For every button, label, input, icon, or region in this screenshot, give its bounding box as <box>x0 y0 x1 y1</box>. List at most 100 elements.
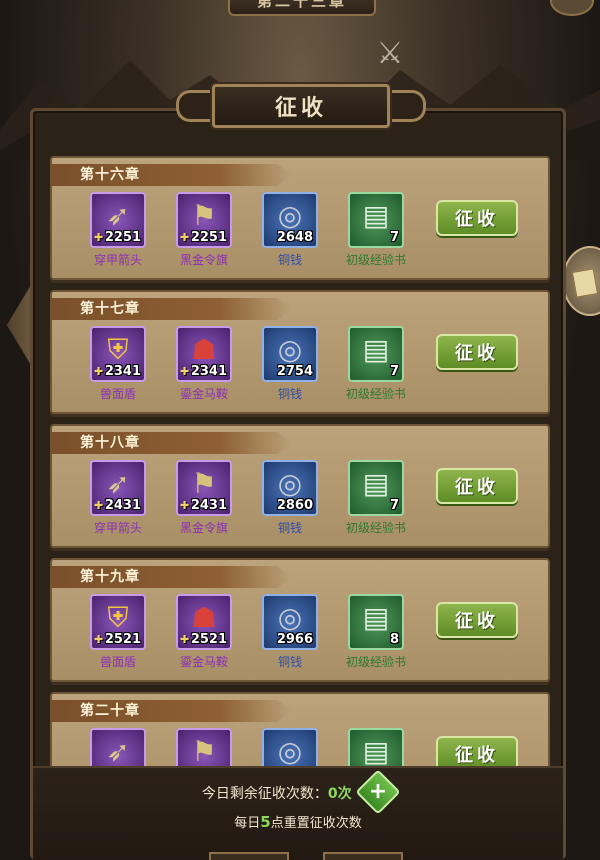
flag-icon: ⚑ <box>191 467 217 500</box>
remaining-collects-text: 今日剩余征收次数：0次 + <box>33 769 563 815</box>
reward-item[interactable]: ☗ ✚ 2341 鎏金马鞍 <box>176 326 232 402</box>
item-name: 黑金令旗 <box>179 521 228 535</box>
collect-button[interactable]: 征收 <box>436 334 518 370</box>
chapter-card: 第二十章 ➶ ⚑ ◎ ▤ 征收 <box>50 692 550 766</box>
reward-items: ➶ ✚ 2251 穿甲箭头 ⚑ ✚ 2251 黑金令旗 ◎ 2648 铜钱 ▤ 7 初级经验书 <box>90 192 406 268</box>
item-slot[interactable]: ⚑ ✚ 2431 <box>176 460 232 516</box>
item-quantity: 2966 <box>276 632 313 647</box>
reward-item[interactable]: ◎ 2754 铜钱 <box>262 326 318 402</box>
item-slot[interactable]: ◎ 2754 <box>262 326 318 382</box>
arrowhead-icon: ➶ <box>106 735 130 766</box>
chapter-title: 第二十章 <box>52 700 292 722</box>
saddle-icon: ☗ <box>191 601 217 634</box>
chapter-title: 第十八章 <box>52 432 292 454</box>
reward-item[interactable]: ➶ ✚ 2251 穿甲箭头 <box>90 192 146 268</box>
reset-prefix: 每日 <box>234 816 261 831</box>
plus-icon: + <box>368 779 388 804</box>
book-icon: ▤ <box>362 735 390 766</box>
remaining-count: 0次 <box>327 786 352 802</box>
item-slot[interactable]: ➶ ✚ 2431 <box>90 460 146 516</box>
item-slot[interactable]: ⚑ ✚ 2251 <box>176 192 232 248</box>
reward-item[interactable]: ▤ <box>348 728 404 766</box>
crossed-swords-icon: ⚔ <box>376 36 404 71</box>
reward-item[interactable]: ◎ 2648 铜钱 <box>262 192 318 268</box>
reward-item[interactable]: ▤ 7 初级经验书 <box>346 460 406 536</box>
bonus-plus-icon: ✚ <box>94 633 104 646</box>
add-collects-button[interactable]: + <box>355 769 401 815</box>
coin-icon: ◎ <box>277 735 303 766</box>
reward-item[interactable]: ⚑ ✚ 2431 黑金令旗 <box>176 460 232 536</box>
item-quantity: 2341 <box>104 364 141 379</box>
arrowhead-icon: ➶ <box>106 467 130 500</box>
item-name: 初级经验书 <box>345 387 406 401</box>
item-slot[interactable]: ⚑ <box>176 728 232 766</box>
reward-items: ➶ ✚ 2431 穿甲箭头 ⚑ ✚ 2431 黑金令旗 ◎ 2860 铜钱 ▤ 7 初级经验书 <box>90 460 406 536</box>
title-plate: 征收 <box>176 84 426 128</box>
item-name: 穿甲箭头 <box>93 253 142 267</box>
item-quantity: 2431 <box>104 498 141 513</box>
reward-item[interactable]: ▤ 8 初级经验书 <box>346 594 406 670</box>
item-slot[interactable]: ▤ 7 <box>348 326 404 382</box>
item-quantity: 2251 <box>190 230 227 245</box>
bottom-tab-right[interactable] <box>323 852 403 860</box>
reward-item[interactable]: ⚑ <box>176 728 232 766</box>
item-slot[interactable]: ▤ 7 <box>348 460 404 516</box>
item-slot[interactable]: ⛨ ✚ 2521 <box>90 594 146 650</box>
reset-suffix: 点重置征收次数 <box>270 816 362 831</box>
reward-item[interactable]: ⚑ ✚ 2251 黑金令旗 <box>176 192 232 268</box>
reward-item[interactable]: ➶ <box>90 728 146 766</box>
bonus-plus-icon: ✚ <box>94 499 104 512</box>
chapter-title: 第十六章 <box>52 164 292 186</box>
reward-item[interactable]: ➶ ✚ 2431 穿甲箭头 <box>90 460 146 536</box>
bottom-tab-left[interactable] <box>209 852 289 860</box>
chapter-card: 第十八章 ➶ ✚ 2431 穿甲箭头 ⚑ ✚ 2431 黑金令旗 ◎ 2860 铜钱 ▤ 7 初级经验书 征收 <box>50 424 550 548</box>
reset-info-text: 每日5点重置征收次数 <box>33 812 563 831</box>
reward-item[interactable]: ⛨ ✚ 2341 兽面盾 <box>90 326 146 402</box>
item-quantity: 7 <box>389 230 399 245</box>
chapter-list[interactable]: 第十六章 ➶ ✚ 2251 穿甲箭头 ⚑ ✚ 2251 黑金令旗 ◎ 2648 铜钱 ▤ 7 初级经验书 征收… <box>40 156 556 766</box>
item-name: 铜钱 <box>277 521 302 535</box>
item-name: 鎏金马鞍 <box>179 655 228 669</box>
book-icon: ▤ <box>362 601 390 634</box>
item-slot[interactable]: ▤ 7 <box>348 192 404 248</box>
reward-item[interactable]: ⛨ ✚ 2521 兽面盾 <box>90 594 146 670</box>
item-quantity: 2251 <box>104 230 141 245</box>
bonus-plus-icon: ✚ <box>180 365 190 378</box>
flag-icon: ⚑ <box>191 199 217 232</box>
chapter-title: 第十七章 <box>52 298 292 320</box>
coin-icon: ◎ <box>277 199 303 232</box>
arrowhead-icon: ➶ <box>106 199 130 232</box>
item-slot[interactable]: ▤ <box>348 728 404 766</box>
item-slot[interactable]: ▤ 8 <box>348 594 404 650</box>
item-slot[interactable]: ◎ 2860 <box>262 460 318 516</box>
item-slot[interactable]: ◎ 2648 <box>262 192 318 248</box>
item-name: 初级经验书 <box>345 521 406 535</box>
bonus-plus-icon: ✚ <box>94 231 104 244</box>
item-slot[interactable]: ➶ <box>90 728 146 766</box>
item-slot[interactable]: ➶ ✚ 2251 <box>90 192 146 248</box>
reward-item[interactable]: ◎ 2860 铜钱 <box>262 460 318 536</box>
shield-icon: ⛨ <box>107 333 129 366</box>
coin-icon: ◎ <box>277 467 303 500</box>
reward-item[interactable]: ☗ ✚ 2521 鎏金马鞍 <box>176 594 232 670</box>
collect-button[interactable]: 征收 <box>436 468 518 504</box>
saddle-icon: ☗ <box>191 333 217 366</box>
reward-item[interactable]: ▤ 7 初级经验书 <box>346 192 406 268</box>
item-name: 初级经验书 <box>345 655 406 669</box>
flag-icon: ⚑ <box>191 735 217 766</box>
collect-button[interactable]: 征收 <box>436 200 518 236</box>
reward-item[interactable]: ◎ <box>262 728 318 766</box>
collect-button[interactable]: 征收 <box>436 736 518 766</box>
item-slot[interactable]: ◎ 2966 <box>262 594 318 650</box>
item-quantity: 2648 <box>276 230 313 245</box>
item-quantity: 2521 <box>190 632 227 647</box>
collect-button[interactable]: 征收 <box>436 602 518 638</box>
reward-item[interactable]: ▤ 7 初级经验书 <box>346 326 406 402</box>
item-name: 兽面盾 <box>99 655 136 669</box>
item-slot[interactable]: ⛨ ✚ 2341 <box>90 326 146 382</box>
item-slot[interactable]: ☗ ✚ 2521 <box>176 594 232 650</box>
book-icon: ▤ <box>362 333 390 366</box>
item-slot[interactable]: ☗ ✚ 2341 <box>176 326 232 382</box>
item-slot[interactable]: ◎ <box>262 728 318 766</box>
reward-item[interactable]: ◎ 2966 铜钱 <box>262 594 318 670</box>
